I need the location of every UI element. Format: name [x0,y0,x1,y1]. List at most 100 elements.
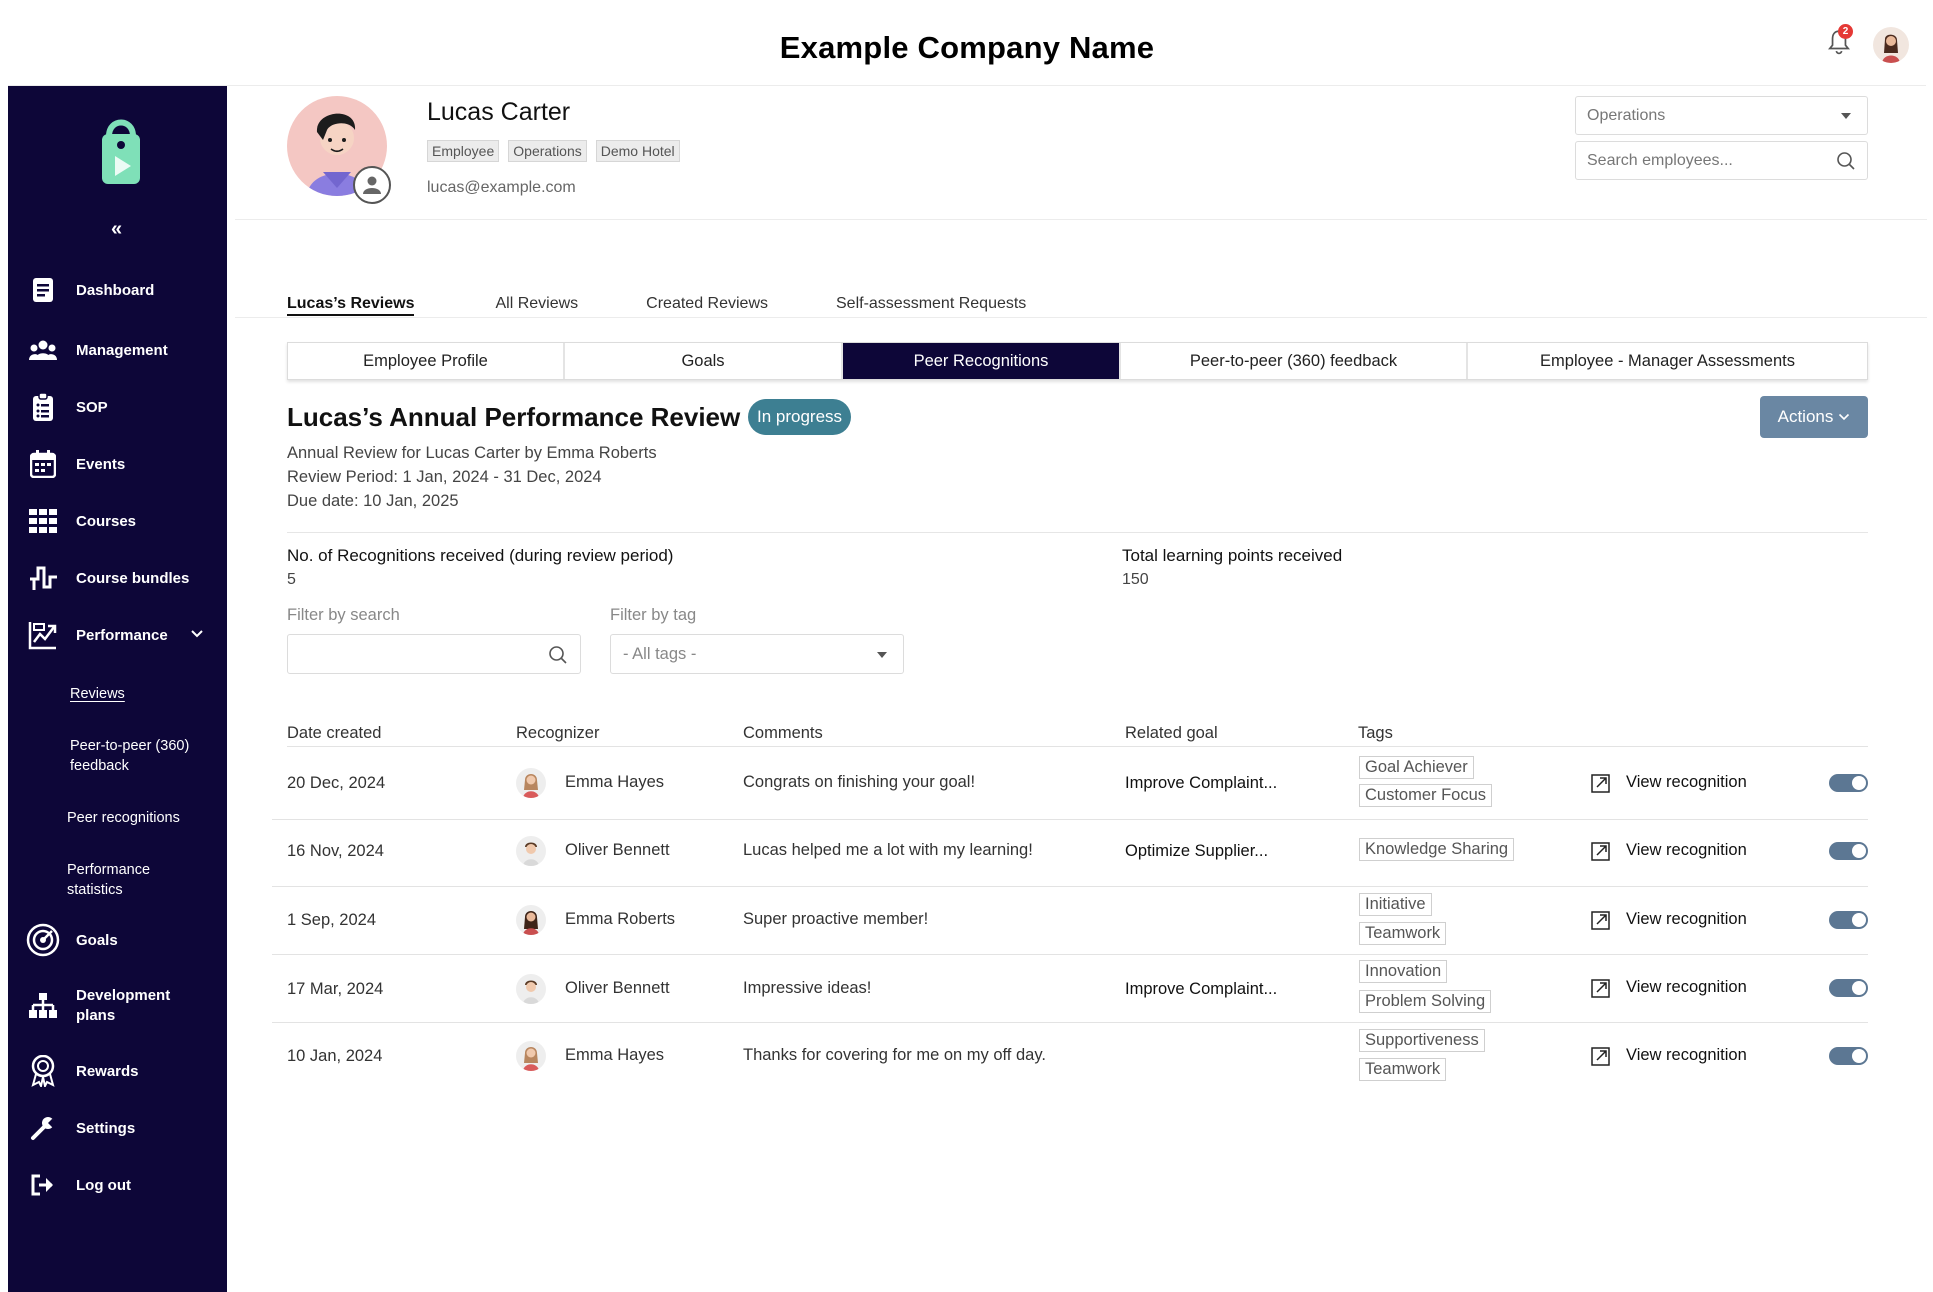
visibility-toggle[interactable] [1829,911,1868,929]
sidebar-item-performance[interactable]: Performance [28,620,168,650]
review-due-date: Due date: 10 Jan, 2025 [287,492,459,510]
chevron-down-icon[interactable] [190,626,204,642]
review-title: Lucas’s Annual Performance Review [287,402,741,432]
tag-chip: Knowledge Sharing [1359,838,1515,861]
tab-manager-assessments[interactable]: Employee - Manager Assessments [1468,343,1867,379]
search-icon[interactable] [1836,151,1856,171]
filter-tag-label: Filter by tag [610,606,697,624]
recognizer-name: Emma Roberts [565,910,676,928]
sidebar-item-management[interactable]: Management [28,335,168,365]
sidebar-subitem-reviews[interactable]: Reviews [70,684,125,704]
tab-my-reviews[interactable]: Lucas’s Reviews [287,295,415,316]
sidebar-item-label: Dashboard [76,281,155,299]
sidebar-item-label: Development plans [76,987,171,1024]
divider [235,317,1927,318]
recognizer-avatar [516,836,546,866]
tab-self-assessment-requests[interactable]: Self-assessment Requests [836,295,1026,316]
column-header-comments: Comments [743,724,823,742]
review-period: Review Period: 1 Jan, 2024 - 31 Dec, 202… [287,468,602,486]
tab-employee-profile[interactable]: Employee Profile [288,343,565,379]
recognizer-avatar [516,768,546,798]
filter-tag-value: - All tags - [623,645,697,663]
chevron-down-icon [1839,413,1850,421]
sidebar-item-rewards[interactable]: Rewards [28,1055,139,1087]
related-goal-link[interactable]: Optimize Supplier... [1125,842,1268,861]
column-header-tags: Tags [1358,724,1393,742]
department-select[interactable]: Operations [1575,96,1868,135]
tab-goals[interactable]: Goals [565,343,843,379]
column-header-recognizer: Recognizer [516,724,600,742]
recognizer-name: Oliver Bennett [565,979,670,997]
view-recognition-link[interactable]: View recognition [1591,909,1747,930]
sidebar-item-events[interactable]: Events [28,449,125,479]
sidebar-item-label: Settings [76,1119,136,1137]
sidebar-item-dashboard[interactable]: Dashboard [28,275,154,305]
search-employees-input[interactable]: Search employees... [1575,141,1868,180]
clipboard-icon [28,392,58,422]
sidebar-item-goals[interactable]: Goals [26,923,118,957]
people-icon [28,335,58,365]
sidebar-item-label: Events [76,455,126,473]
sidebar-item-development-plans[interactable]: Development plans [28,986,196,1026]
view-recognition-label: View recognition [1626,978,1747,996]
chart-icon [28,620,58,650]
open-external-icon [1591,774,1610,793]
tab-peer-feedback[interactable]: Peer-to-peer (360) feedback [1121,343,1468,379]
company-name: Example Company Name [779,30,1155,65]
recognizer-avatar [516,905,546,935]
filter-tag-select[interactable]: - All tags - [610,634,904,674]
profile-name: Lucas Carter [427,98,571,126]
sidebar-subitem-peer-recognitions[interactable]: Peer recognitions [67,808,180,828]
sidebar-item-label: SOP [76,398,108,416]
caret-down-icon [1841,113,1851,119]
recognizer-name: Emma Hayes [565,773,665,791]
logout-icon [28,1170,58,1200]
hierarchy-icon [28,991,58,1021]
collapse-sidebar-button[interactable]: « [111,218,122,241]
tag-chip: Teamwork [1359,922,1447,945]
view-recognition-link[interactable]: View recognition [1591,840,1747,861]
change-avatar-button[interactable] [353,166,391,204]
visibility-toggle[interactable] [1829,774,1868,792]
filter-search-input[interactable] [287,634,581,674]
date-cell: 16 Nov, 2024 [287,842,384,860]
related-goal-link[interactable]: Improve Complaint... [1125,980,1277,999]
tab-created-reviews[interactable]: Created Reviews [646,295,768,316]
view-recognition-link[interactable]: View recognition [1591,977,1747,998]
status-badge: In progress [748,399,852,435]
user-icon [363,176,381,194]
sidebar-item-sop[interactable]: SOP [28,392,108,422]
award-icon [28,1055,58,1087]
visibility-toggle[interactable] [1829,842,1868,860]
sidebar-item-label: Goals [76,931,118,949]
sidebar-item-courses[interactable]: Courses [28,506,136,536]
comment-cell: Impressive ideas! [743,979,872,997]
visibility-toggle[interactable] [1829,979,1868,997]
actions-button[interactable]: Actions [1760,396,1868,438]
user-avatar[interactable] [1873,27,1909,63]
location-tag: Demo Hotel [595,140,680,162]
review-tabs: Lucas’s Reviews All Reviews Created Revi… [287,295,1026,316]
open-external-icon [1591,979,1610,998]
open-external-icon [1591,1047,1610,1066]
column-header-date: Date created [287,724,382,742]
related-goal-link[interactable]: Improve Complaint... [1125,774,1277,793]
tag-chip: Initiative [1359,893,1432,916]
tab-peer-recognitions[interactable]: Peer Recognitions [843,343,1121,379]
sidebar-subitem-peer-feedback[interactable]: Peer-to-peer (360) feedback [70,736,220,776]
tag-chip: Goal Achiever [1359,756,1474,779]
tab-all-reviews[interactable]: All Reviews [495,295,578,316]
sidebar-item-logout[interactable]: Log out [28,1170,131,1200]
logo-icon [102,119,140,184]
learning-points-label: Total learning points received [1122,546,1343,565]
sidebar-item-label: Performance [76,626,168,644]
view-recognition-label: View recognition [1626,910,1747,928]
recognizer-name: Oliver Bennett [565,841,670,859]
visibility-toggle[interactable] [1829,1047,1868,1065]
sidebar-item-settings[interactable]: Settings [28,1113,135,1143]
sidebar-subitem-performance-statistics[interactable]: Performance statistics [67,860,187,900]
sidebar-item-label: Log out [76,1176,131,1194]
sidebar-item-course-bundles[interactable]: Course bundles [28,563,189,593]
view-recognition-link[interactable]: View recognition [1591,772,1747,793]
view-recognition-link[interactable]: View recognition [1591,1045,1747,1066]
